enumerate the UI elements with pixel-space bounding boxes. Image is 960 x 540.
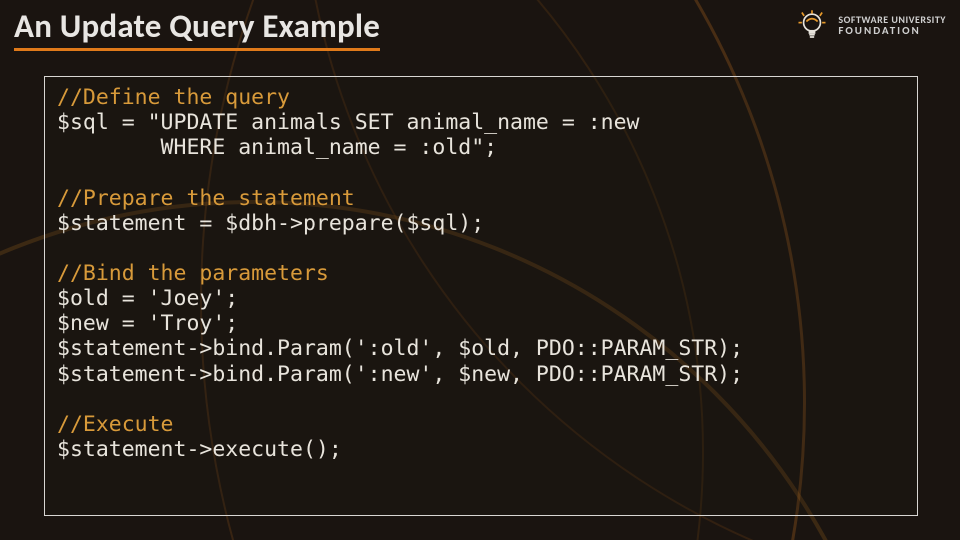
lightbulb-icon [794, 8, 830, 44]
code-block: //Define the query $sql = "UPDATE animal… [44, 76, 918, 516]
softuni-logo: SOFTWARE UNIVERSITY FOUNDATION [794, 8, 946, 44]
code-content: //Define the query $sql = "UPDATE animal… [57, 85, 905, 462]
logo-text: SOFTWARE UNIVERSITY FOUNDATION [838, 15, 946, 37]
logo-line-2: FOUNDATION [838, 25, 946, 37]
page-title: An Update Query Example [14, 6, 380, 51]
